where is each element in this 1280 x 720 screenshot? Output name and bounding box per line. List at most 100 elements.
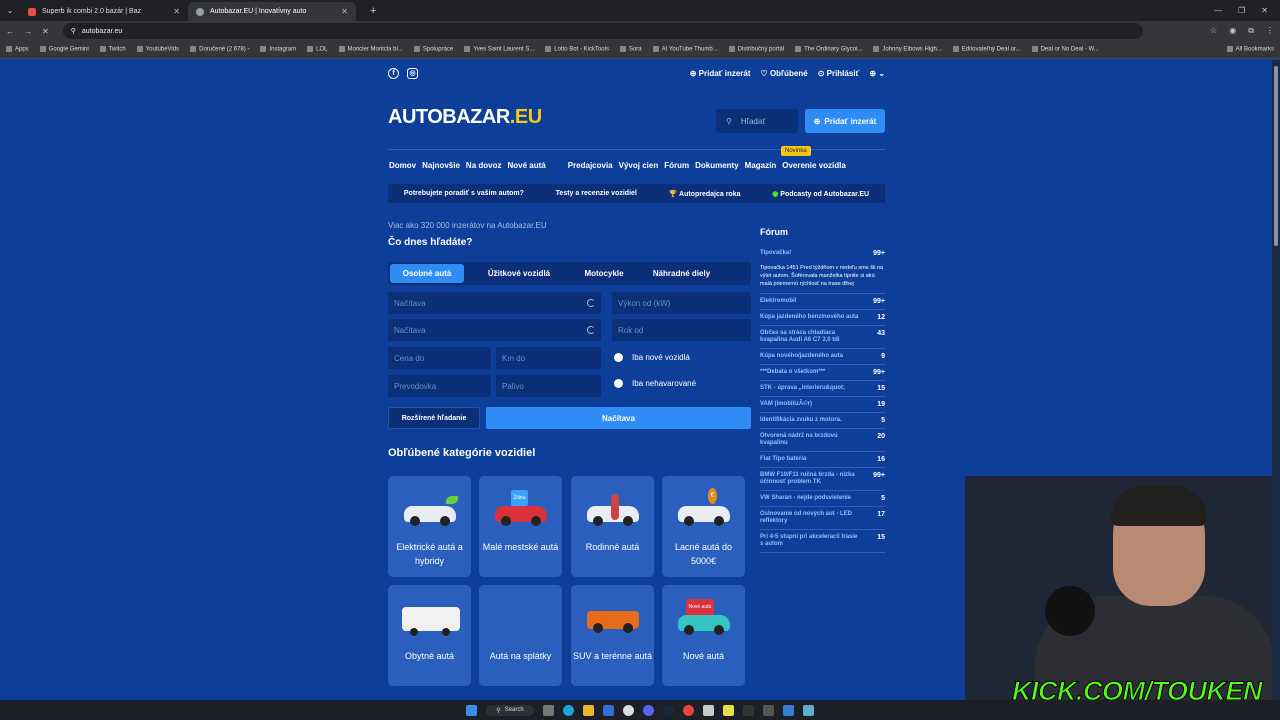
forum-topic[interactable]: BMW F10/F11 ručná brzda - nízka účinnosť…: [760, 472, 860, 486]
steam-icon[interactable]: [662, 704, 674, 716]
minimize-icon[interactable]: —: [1214, 6, 1222, 15]
language-globe-icon[interactable]: ⊕ ⌄: [869, 69, 885, 78]
forum-topic[interactable]: Tipovačka!: [760, 250, 791, 257]
forum-row[interactable]: VW Sharan - nejde podsvietenie 5: [760, 491, 885, 507]
tab-spare-parts[interactable]: Náhradné diely: [634, 264, 729, 283]
app-icon[interactable]: [762, 704, 774, 716]
forum-row[interactable]: Oslnovanie od nových aut - LED reflektor…: [760, 507, 885, 530]
bookmark-item[interactable]: Instagram: [260, 46, 296, 53]
bookmark-item[interactable]: Editovateľný Deal or...: [952, 46, 1021, 53]
forum-topic[interactable]: Identifikácia zvuku z motora.: [760, 417, 842, 424]
power-input[interactable]: Výkon od (kW): [612, 292, 751, 314]
explorer-icon[interactable]: [582, 704, 594, 716]
maximize-icon[interactable]: ❐: [1238, 6, 1245, 15]
nav-magazine[interactable]: Magazín: [745, 161, 777, 173]
nav-forum[interactable]: Fórum: [664, 161, 689, 173]
forum-row[interactable]: BMW F10/F11 ručná brzda - nízka účinnosť…: [760, 468, 885, 491]
gearbox-select[interactable]: Prevodovka: [388, 375, 491, 397]
bookmark-item[interactable]: Johnny Elbows High...: [873, 46, 942, 53]
bookmark-item[interactable]: Deal or No Deal - W...: [1031, 46, 1099, 53]
menu-icon[interactable]: ⋮: [1266, 26, 1274, 36]
app-icon[interactable]: [722, 704, 734, 716]
stop-loading-icon[interactable]: ✕: [42, 27, 49, 36]
bookmark-item[interactable]: Apps: [6, 46, 29, 53]
close-window-icon[interactable]: ✕: [1261, 6, 1268, 15]
forum-row[interactable]: Tipovačka! 99+: [760, 246, 885, 261]
bookmark-item[interactable]: Doručené (2 678) -: [190, 46, 249, 53]
forum-row[interactable]: Občas sa stráca chladiaca kvapalina Audi…: [760, 326, 885, 349]
category-card-suv[interactable]: SUV a terénne autá: [571, 585, 654, 686]
extension-icon[interactable]: ◉: [1229, 26, 1236, 36]
bookmark-item[interactable]: LOL: [307, 46, 328, 53]
subnav-dealer-of-year[interactable]: 🏆 Autopredajca roka: [669, 190, 741, 198]
new-tab-icon[interactable]: +: [370, 5, 376, 17]
bookmark-item[interactable]: Spolupráce: [413, 46, 453, 53]
bookmark-item[interactable]: All Bookmarks: [1226, 46, 1274, 53]
app-icon[interactable]: [602, 704, 614, 716]
nav-dealers[interactable]: Predajcovia: [568, 161, 613, 173]
forum-topic[interactable]: STK - úprava „interieru&quot;: [760, 385, 845, 392]
forum-row[interactable]: STK - úprava „interieru&quot; 15: [760, 381, 885, 397]
site-info-icon[interactable]: ⚲: [71, 27, 76, 35]
bookmark-item[interactable]: Sora: [619, 46, 642, 53]
scrollbar-thumb[interactable]: [1274, 66, 1278, 246]
add-listing-link[interactable]: ⊕ Pridať inzerát: [690, 69, 751, 78]
forward-icon[interactable]: →: [24, 27, 32, 36]
forum-row[interactable]: Kúpa nového/jazdeného auta 9: [760, 349, 885, 365]
nav-documents[interactable]: Dokumenty: [695, 161, 739, 173]
tab-motorcycles[interactable]: Motocykle: [574, 264, 634, 283]
forum-topic[interactable]: Občas sa stráca chladiaca kvapalina Audi…: [760, 330, 860, 344]
app-icon[interactable]: [802, 704, 814, 716]
category-card-family[interactable]: Rodinné autá: [571, 476, 654, 577]
forum-topic[interactable]: Kúpa nového/jazdeného auta: [760, 353, 843, 360]
browser-tab[interactable]: Superb ik combi 2.0 bazár | Baz ✕: [20, 2, 188, 21]
category-card-new[interactable]: Nové autá Nové autá: [662, 585, 745, 686]
favorites-link[interactable]: ♡ Obľúbené: [761, 69, 808, 78]
close-tab-icon[interactable]: ✕: [341, 7, 348, 16]
only-new-toggle[interactable]: Iba nové vozidlá: [614, 353, 690, 362]
category-card-electric[interactable]: Elektrické autá a hybridy: [388, 476, 471, 577]
subnav-advice[interactable]: Potrebujete poradiť s vaším autom?: [404, 190, 524, 197]
fuel-select[interactable]: Palivo: [496, 375, 601, 397]
forum-topic[interactable]: VW Sharan - nejde podsvietenie: [760, 495, 851, 502]
forum-row[interactable]: VAM (imobilizÃ©r) 19: [760, 397, 885, 413]
forum-topic[interactable]: ***Debata o všetkom***: [760, 369, 825, 376]
bookmark-item[interactable]: Yves Saint Laurent S...: [464, 46, 534, 53]
nav-import[interactable]: Na dovoz: [466, 161, 502, 173]
nav-home[interactable]: Domov: [389, 161, 416, 173]
close-tab-icon[interactable]: ✕: [173, 7, 180, 16]
tab-search-icon[interactable]: ⌄: [0, 6, 20, 15]
category-card-cheap[interactable]: € Lacné autá do 5000€: [662, 476, 745, 577]
chrome-icon[interactable]: [682, 704, 694, 716]
category-card-installments[interactable]: Autá na splátky: [479, 585, 562, 686]
advanced-search-button[interactable]: Rozšírené hľadanie: [388, 407, 480, 429]
page-scrollbar[interactable]: [1272, 60, 1280, 700]
add-listing-button[interactable]: ⊕ Pridať inzerát: [805, 109, 885, 133]
site-logo[interactable]: AUTOBAZAR.EU: [388, 106, 542, 129]
app-icon[interactable]: [782, 704, 794, 716]
radio-dot[interactable]: [614, 379, 623, 388]
forum-row[interactable]: Fiat Tipo batéria 16: [760, 452, 885, 468]
subnav-podcasts[interactable]: ◉ Podcasty od Autobazar.EU: [772, 190, 869, 198]
login-link[interactable]: ⊙ Prihlásiť: [818, 69, 860, 78]
category-card-small[interactable]: Žilina Malé mestské autá: [479, 476, 562, 577]
bookmark-item[interactable]: Distribučný portál: [728, 46, 784, 53]
forum-row[interactable]: Elektromobil 99+: [760, 294, 885, 310]
bookmark-item[interactable]: Google Gemini: [39, 46, 89, 53]
category-card-camper[interactable]: Obytné autá: [388, 585, 471, 686]
radio-dot[interactable]: [614, 353, 623, 362]
forum-topic[interactable]: VAM (imobilizÃ©r): [760, 401, 812, 408]
forum-row[interactable]: Kúpa jazdeného benzínového auta 12: [760, 310, 885, 326]
tab-commercial[interactable]: Úžitkové vozidlá: [464, 264, 574, 283]
facebook-icon[interactable]: f: [388, 67, 399, 79]
app-icon[interactable]: [742, 704, 754, 716]
windows-start-icon[interactable]: [466, 704, 478, 716]
subnav-tests[interactable]: Testy a recenzie vozidiel: [556, 190, 637, 197]
undamaged-toggle[interactable]: Iba nehavarované: [614, 379, 696, 388]
discord-icon[interactable]: [642, 704, 654, 716]
nav-newest[interactable]: Najnovšie: [422, 161, 460, 173]
browser-tab-active[interactable]: Autobazar.EU | Inovatívny auto ✕: [188, 2, 356, 21]
chatgpt-icon[interactable]: [622, 704, 634, 716]
forum-row[interactable]: Otvorená nádrž na brzdovú kvapalinu 20: [760, 429, 885, 452]
model-select[interactable]: Načítava: [388, 319, 601, 341]
